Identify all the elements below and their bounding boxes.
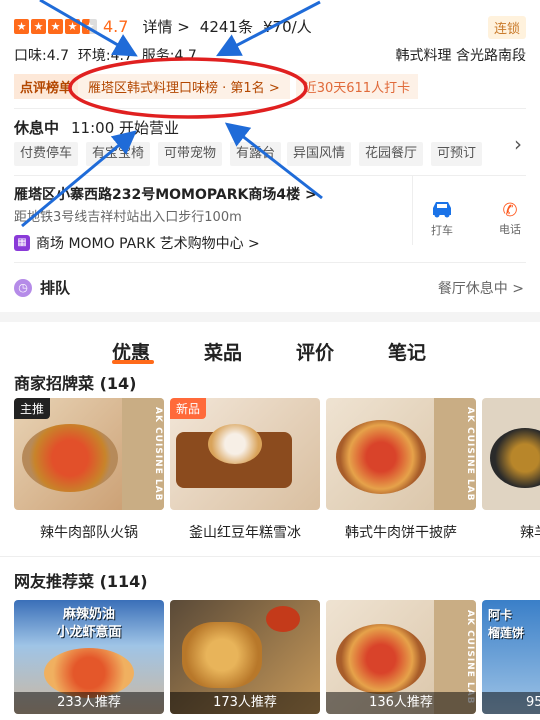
tab-underline [112,360,154,364]
signature-title: 商家招牌菜 (14) [14,374,137,393]
mall-name: 商场 MOMO PARK 艺术购物中心 > [36,236,260,252]
divider [14,175,526,176]
taxi-label: 打车 [431,224,453,237]
price-per-person: ¥70/人 [262,18,312,36]
recommend-count: 233人推荐 [14,692,164,714]
recommended-dish[interactable]: 麻辣奶油 小龙虾意面 233人推荐 [14,600,164,714]
fried-chicken-shape [182,622,262,688]
phone-icon: ✆ [502,200,518,221]
tab-reviews[interactable]: 评价 [296,338,334,365]
ranking-rank[interactable]: 雁塔区韩式料理口味榜 · 第1名 > [78,73,290,99]
recommend-count: 136人推荐 [326,692,476,714]
dish-image: 麻辣奶油 小龙虾意面 233人推荐 [14,600,164,714]
metro-distance: 距地铁3号线吉祥村站出入口步行100m [14,210,242,225]
dish-image: 阿卡 榴莲饼 95 [482,600,540,714]
dish-name: 韩式牛肉饼干披萨 [345,525,457,541]
recommend-count: 173人推荐 [170,692,320,714]
dish-name: 辣牛肉部队火锅 [40,525,138,541]
dish-image: 新品 [170,398,320,510]
open-status: 休息中 [14,119,60,137]
pizza-shape [336,624,426,694]
facility-tag: 可预订 [431,142,483,166]
noodle-shape [490,428,540,488]
phone-label: 电话 [499,223,521,236]
category-location[interactable]: 韩式料理 含光路南段 [396,45,526,65]
recommended-dish[interactable]: AK CUISINE LAB 136人推荐 [326,600,476,714]
pizza-shape [336,420,426,494]
star-half-icon: ★ [82,19,97,34]
hours-row[interactable]: 休息中 11:00 开始营业 [14,117,179,138]
ranking-label: 点评榜单 [14,73,79,99]
star-icon: ★ [48,19,63,34]
details-link[interactable]: 详情 > [142,16,189,37]
dish-badge: 主推 [14,398,51,419]
star-icon: ★ [14,19,29,34]
recommend-count: 95 [482,692,540,714]
address-line[interactable]: 雁塔区小寨西路232号MOMOPARK商场4楼 > [14,184,317,204]
dessert-shape [208,424,262,464]
star-icon: ★ [31,19,46,34]
divider [0,556,540,557]
score-breakdown: 口味:4.7 环境:4.7 服务:4.7 [14,48,197,64]
mall-link[interactable]: ▦ 商场 MOMO PARK 艺术购物中心 > [14,233,260,253]
facility-tag: 花园餐厅 [359,142,424,166]
facility-tag: 异国风情 [287,142,352,166]
tab-dishes[interactable]: 菜品 [204,338,242,365]
taxi-button[interactable]: 打车 [424,200,460,238]
divider [14,108,526,109]
facility-tag: 可带宠物 [158,142,223,166]
ranking-row[interactable]: 点评榜单 雁塔区韩式料理口味榜 · 第1名 > 近30天611人打卡 [14,73,419,99]
dish-image [482,398,540,510]
dish-image: AK CUISINE LAB 主推 [14,398,164,510]
facility-tag: 付费停车 [14,142,79,166]
section-divider [0,312,540,322]
divider [412,175,413,245]
dish-image: 173人推荐 [170,600,320,714]
dish-badge: 新品 [170,398,207,419]
open-time: 11:00 开始营业 [71,119,180,137]
mall-icon: ▦ [14,235,30,251]
rating-stars: ★ ★ ★ ★ ★ 4.7 详情 > 4241条 ¥70/人 [14,16,312,37]
review-count[interactable]: 4241条 [200,16,253,37]
checkin-count: 近30天611人打卡 [295,73,419,99]
dish-name: 釜山红豆年糕雪冰 [189,525,301,541]
clock-icon: ◷ [14,278,32,297]
chevron-right-icon[interactable]: › [514,132,522,156]
divider [14,262,526,263]
dish-image: AK CUISINE LAB 136人推荐 [326,600,476,714]
queue-row[interactable]: ◷ 排队 [14,277,70,298]
facility-tag: 有宝宝椅 [86,142,151,166]
tab-notes[interactable]: 笔记 [388,338,426,365]
signature-dish[interactable]: 辣羊 [482,398,540,542]
queue-label: 排队 [40,279,71,297]
chain-badge: 连锁 [487,16,526,39]
recommended-dish[interactable]: 阿卡 榴莲饼 95 [482,600,540,714]
facility-tag: 有露台 [230,142,282,166]
sauce-shape [266,606,300,632]
phone-button[interactable]: ✆ 电话 [492,200,528,237]
signature-dish[interactable]: AK CUISINE LAB 主推 辣牛肉部队火锅 [14,398,164,542]
dish-name: 辣羊 [520,525,540,541]
pasta-shape [44,648,134,698]
taxi-icon [433,202,451,218]
star-icon: ★ [65,19,80,34]
recommended-title: 网友推荐菜 (114) [14,572,148,591]
brand-label: AK CUISINE LAB [434,398,476,510]
signature-dish[interactable]: 新品 釜山红豆年糕雪冰 [170,398,320,542]
dish-overlay-text: 麻辣奶油 小龙虾意面 [56,607,122,640]
signature-dish[interactable]: AK CUISINE LAB 韩式牛肉饼干披萨 [326,398,476,542]
rating-value: 4.7 [103,17,129,36]
brand-label: AK CUISINE LAB [122,398,164,510]
dish-image: AK CUISINE LAB [326,398,476,510]
hotpot-shape [22,424,118,492]
queue-status[interactable]: 餐厅休息中 > [438,278,524,298]
recommended-dish[interactable]: 173人推荐 [170,600,320,714]
dish-overlay-text: 阿卡 榴莲饼 [488,608,525,640]
